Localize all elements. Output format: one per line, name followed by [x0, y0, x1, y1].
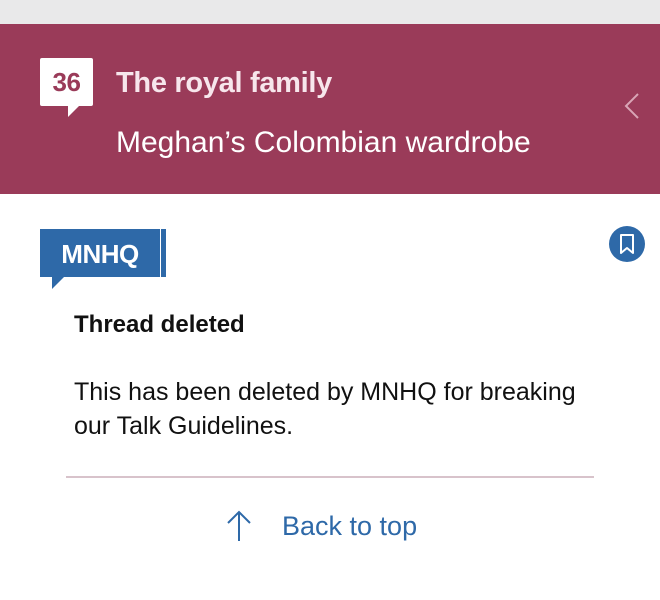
status-strip: [0, 0, 660, 24]
speech-tail: [68, 105, 80, 117]
speech-tail: [52, 277, 64, 289]
chevron-left-icon[interactable]: [620, 92, 648, 120]
divider: [66, 476, 594, 478]
bookmark-icon: [620, 234, 634, 254]
back-to-top-button[interactable]: Back to top: [220, 505, 440, 549]
back-to-top-label: Back to top: [282, 511, 418, 541]
deleted-heading: Thread deleted: [74, 311, 245, 338]
thread-title: Meghan’s Colombian wardrobe: [116, 126, 531, 159]
post-count-badge: 36: [40, 58, 93, 117]
mnhq-label: MNHQ: [61, 239, 139, 269]
post-count: 36: [52, 67, 81, 97]
deleted-message: This has been deleted by MNHQ for breaki…: [74, 378, 576, 440]
mnhq-badge: MNHQ: [40, 229, 166, 289]
thread-header: 36 The royal family Meghan’s Colombian w…: [0, 24, 660, 194]
arrow-up-icon: [227, 510, 251, 541]
topic-title[interactable]: The royal family: [116, 67, 332, 100]
bookmark-button[interactable]: [609, 226, 645, 262]
